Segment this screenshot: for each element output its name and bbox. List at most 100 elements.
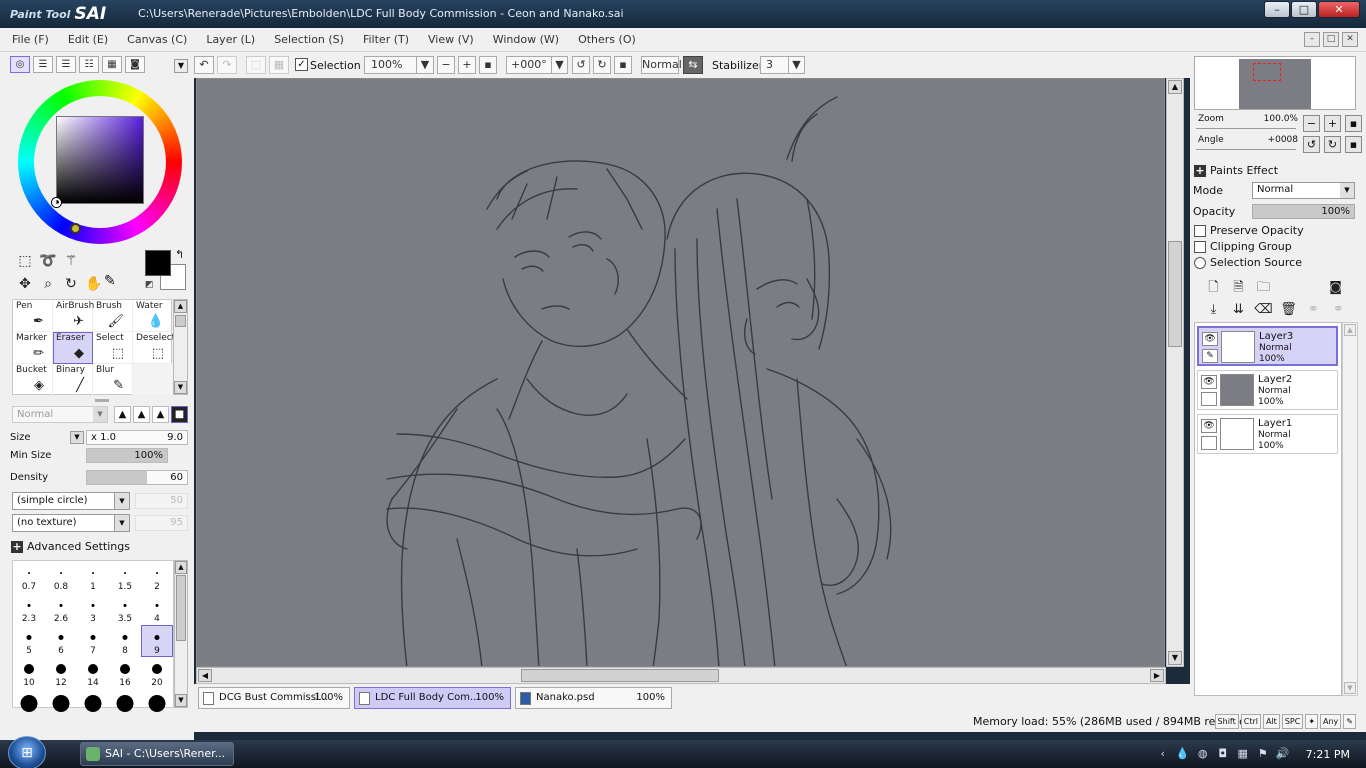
undo-icon[interactable]: ↶ <box>194 56 214 74</box>
scratchpad-mode-button[interactable]: ◙ <box>125 56 145 73</box>
scroll-down-arrow-icon[interactable]: ▼ <box>174 381 187 394</box>
transfer-down-icon[interactable]: ⤓ <box>1204 300 1223 319</box>
network-icon[interactable]: ▦ <box>1236 747 1250 761</box>
any-key-indicator[interactable]: Any <box>1320 714 1342 729</box>
eye-icon[interactable]: 👁 <box>1201 419 1217 433</box>
nav-zoom-slider[interactable] <box>1196 128 1296 129</box>
view-mode-button[interactable]: Normal <box>641 56 682 74</box>
lasso-icon[interactable]: ➰ <box>37 250 59 272</box>
doc-minimize-button[interactable]: – <box>1304 32 1320 47</box>
brush-size-preset[interactable] <box>109 689 141 721</box>
nav-rotate-reset-icon[interactable]: ▪ <box>1345 136 1362 153</box>
hand-icon[interactable]: ✋ <box>83 273 105 295</box>
brush-size-preset[interactable]: 5 <box>13 625 45 657</box>
brush-size-preset[interactable]: 2 <box>141 561 173 593</box>
doc-close-button[interactable]: ✕ <box>1342 32 1358 47</box>
warning-icon[interactable]: ⚑ <box>1256 747 1270 761</box>
nav-rotate-right-icon[interactable]: ↻ <box>1324 136 1341 153</box>
lock-slot[interactable] <box>1201 436 1217 450</box>
paints-effect-toggle[interactable]: + Paints Effect <box>1194 164 1278 177</box>
brush-shape-select[interactable]: (simple circle) ▼ <box>12 492 130 510</box>
canvas-horizontal-scrollbar[interactable]: ◀ ▶ <box>196 667 1166 684</box>
chevron-down-icon[interactable]: ▼ <box>551 56 568 74</box>
lock-slot[interactable] <box>1201 392 1217 406</box>
start-button[interactable]: ⊞ <box>8 736 46 768</box>
color-mixer-mode-button[interactable]: ☷ <box>79 56 99 73</box>
edge-medium-icon[interactable]: ▲ <box>133 406 150 423</box>
close-button[interactable]: ✕ <box>1318 1 1360 18</box>
clear-layer-icon[interactable]: ⌫ <box>1254 300 1273 319</box>
invert-selection-icon[interactable]: ▦ <box>269 56 289 74</box>
density-slider[interactable]: 60 <box>86 470 188 485</box>
brush-size-preset[interactable]: 3.5 <box>109 593 141 625</box>
space-key-indicator[interactable]: SPC <box>1281 714 1304 729</box>
merge-down-icon[interactable]: ⇊ <box>1229 300 1248 319</box>
swatches-mode-button[interactable]: ▦ <box>102 56 122 73</box>
doc-tab-ldc[interactable]: LDC Full Body Com... 100% <box>354 687 511 709</box>
brush-size-preset[interactable]: 2.6 <box>45 593 77 625</box>
drop-icon[interactable]: 💧 <box>1176 747 1190 761</box>
scroll-up-arrow-icon[interactable]: ▲ <box>175 561 187 574</box>
scroll-thumb[interactable] <box>176 575 186 641</box>
reset-colors-icon[interactable]: ◩ <box>145 280 154 290</box>
alt-key-indicator[interactable]: Alt <box>1262 714 1280 729</box>
rotate-key-icon[interactable]: ✦ <box>1305 714 1319 729</box>
doc-tab-nanako[interactable]: Nanako.psd 100% <box>515 687 672 709</box>
chevron-down-icon[interactable]: ▼ <box>788 56 805 74</box>
scroll-down-arrow-icon[interactable]: ▼ <box>175 694 187 707</box>
scroll-down-arrow-icon[interactable]: ▼ <box>1344 682 1356 694</box>
doc-tab-dcg[interactable]: DCG Bust Commissi... 100% <box>198 687 350 709</box>
scroll-thumb[interactable] <box>521 669 719 682</box>
tool-brush[interactable]: Brush 🖌 <box>93 300 133 332</box>
tool-bucket[interactable]: Bucket ◈ <box>13 364 53 396</box>
layer-mode-select[interactable]: Normal ▼ <box>1252 182 1355 199</box>
hsv-slider-mode-button[interactable]: ☰ <box>56 56 76 73</box>
link-icon[interactable]: ⚭ <box>1304 300 1323 319</box>
eye-icon[interactable]: 👁 <box>1201 375 1217 389</box>
edge-hard-icon[interactable]: ▲ <box>114 406 131 423</box>
zoom-reset-icon[interactable]: ▪ <box>479 56 497 74</box>
scroll-thumb[interactable] <box>1168 241 1182 347</box>
shift-key-indicator[interactable]: Shift <box>1214 714 1239 729</box>
brush-size-preset[interactable]: 6 <box>45 625 77 657</box>
tool-pen[interactable]: Pen ✒ <box>13 300 53 332</box>
navigator-viewport[interactable] <box>1253 63 1281 81</box>
clipping-group-checkbox[interactable]: Clipping Group <box>1194 240 1292 253</box>
brush-size-preset[interactable]: 1 <box>77 561 109 593</box>
layer-opacity-slider[interactable]: 100% <box>1252 204 1355 219</box>
layer-item-layer2[interactable]: 👁 Layer2 Normal 100% <box>1197 370 1338 410</box>
tool-blur[interactable]: Blur ✎ <box>93 364 133 396</box>
magic-wand-icon[interactable]: ⚚ <box>60 250 82 272</box>
tool-water[interactable]: Water 💧 <box>133 300 173 332</box>
tool-binary[interactable]: Binary ╱ <box>53 364 93 396</box>
tool-eraser[interactable]: Eraser ◆ <box>53 332 93 364</box>
pen-lock-icon[interactable]: ✎ <box>1202 349 1218 363</box>
new-layer-icon[interactable]: 🗋 <box>1204 278 1223 297</box>
volume-icon[interactable]: 🔊 <box>1276 747 1290 761</box>
saturation-value-square[interactable] <box>56 116 144 204</box>
tool-airbrush[interactable]: AirBrush ✈ <box>53 300 94 332</box>
scroll-right-arrow-icon[interactable]: ▶ <box>1150 669 1164 682</box>
panel-collapse-button[interactable]: ▼ <box>174 59 188 73</box>
tool-select[interactable]: Select ⬚ <box>93 332 133 364</box>
layer-list-scrollbar[interactable]: ▲ ▼ <box>1342 322 1358 696</box>
tool-deselect[interactable]: Deselect ⬚ <box>133 332 175 364</box>
menu-window[interactable]: Window (W) <box>493 33 559 46</box>
menu-edit[interactable]: Edit (E) <box>68 33 108 46</box>
nav-zoom-out-icon[interactable]: − <box>1303 115 1320 132</box>
layer-mask-icon[interactable]: ◙ <box>1326 278 1345 297</box>
brush-size-preset[interactable]: 10 <box>13 657 45 689</box>
brush-size-preset[interactable]: 0.8 <box>45 561 77 593</box>
menu-view[interactable]: View (V) <box>428 33 474 46</box>
canvas-vertical-scrollbar[interactable]: ▲ ▼ <box>1166 78 1184 667</box>
shape-strength-field[interactable]: 50 <box>135 493 188 509</box>
selection-source-radio[interactable]: Selection Source <box>1194 256 1302 269</box>
scroll-left-arrow-icon[interactable]: ◀ <box>198 669 212 682</box>
nav-angle-slider[interactable] <box>1196 149 1296 150</box>
new-folder-icon[interactable]: 🗀 <box>1254 278 1273 297</box>
zoom-icon[interactable]: ⌕ <box>37 273 59 295</box>
brush-size-preset[interactable]: 14 <box>77 657 109 689</box>
size-slider[interactable]: x 1.0 9.0 <box>86 430 188 445</box>
menu-canvas[interactable]: Canvas (C) <box>127 33 187 46</box>
scroll-thumb[interactable] <box>175 315 186 327</box>
